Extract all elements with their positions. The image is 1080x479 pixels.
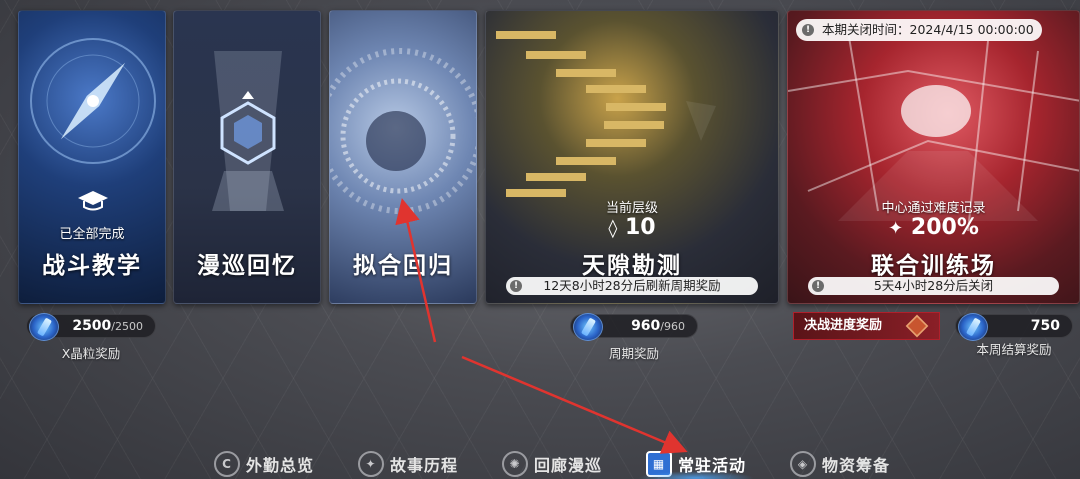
battle-progress-label: 决战进度奖励	[804, 318, 883, 333]
crystal-icon	[573, 313, 603, 341]
card-fitting-return[interactable]: 拟合回归	[329, 10, 477, 304]
cube-icon	[905, 314, 929, 338]
alert-icon: !	[812, 280, 824, 292]
nav-label: 物资筹备	[822, 456, 891, 475]
reward-label: X晶粒奖励	[61, 346, 121, 361]
nav-item-supplies[interactable]: ◈ 物资筹备	[790, 451, 890, 477]
cycle-reward[interactable]: 960/960	[570, 313, 698, 341]
bottom-nav: C 外勤总览 ✦ 故事历程 ✺ 回廊漫巡 ▦ 常驻活动 ◈ 物资筹备	[200, 441, 920, 479]
weekly-reward[interactable]: 750	[955, 313, 1073, 341]
nav-label: 外勤总览	[246, 456, 315, 475]
calendar-icon: ▦	[646, 451, 672, 477]
alert-icon: !	[802, 24, 814, 36]
level-display: ◊ 10	[486, 215, 778, 240]
close-time-banner: ! 本期关闭时间：2024/4/15 00:00:00	[796, 19, 1042, 41]
close-timer: ! 5天4小时28分后关闭	[808, 277, 1059, 295]
cube-icon: ◈	[790, 451, 816, 477]
star-compass-icon: ✦	[358, 451, 384, 477]
crystal-icon	[958, 313, 988, 341]
nav-item-story[interactable]: ✦ 故事历程	[358, 451, 458, 477]
nav-item-corridor[interactable]: ✺ 回廊漫巡	[502, 451, 602, 477]
alert-icon: !	[510, 280, 522, 292]
level-value: 10	[624, 215, 656, 240]
nav-item-permanent-events[interactable]: ▦ 常驻活动	[637, 451, 755, 479]
refresh-timer-text: 12天8小时28分后刷新周期奖励	[543, 278, 721, 293]
swirl-icon: ✺	[502, 451, 528, 477]
reward-max: /960	[660, 320, 685, 333]
record-display: ✦ 200%	[788, 215, 1079, 240]
reward-label: 周期奖励	[608, 346, 659, 361]
card-rift-survey[interactable]: 当前层级 ◊ 10 天隙勘测 ! 12天8小时28分后刷新周期奖励	[485, 10, 779, 304]
card-title: 漫巡回忆	[197, 253, 297, 279]
crystal-icon	[29, 313, 59, 341]
nav-label: 常驻活动	[678, 456, 747, 475]
card-title: 拟合回归	[353, 253, 453, 279]
card-title: 天隙勘测	[582, 253, 682, 279]
reward-value: 960	[631, 318, 661, 334]
card-title: 战斗教学	[42, 253, 142, 279]
card-joint-training[interactable]: ! 本期关闭时间：2024/4/15 00:00:00 中心通过难度记录 ✦ 2…	[787, 10, 1080, 304]
card-battle-teaching[interactable]: 已全部完成 战斗教学	[18, 10, 166, 304]
reward-value: 2500	[72, 318, 112, 334]
nav-item-field-overview[interactable]: C 外勤总览	[214, 451, 314, 477]
crystal-reward[interactable]: 2500/2500	[26, 313, 156, 341]
reward-label: 本周结算奖励	[976, 342, 1052, 357]
refresh-timer: ! 12天8小时28分后刷新周期奖励	[506, 277, 758, 295]
nav-label: 回廊漫巡	[534, 456, 603, 475]
reward-max: /2500	[111, 320, 143, 333]
nav-label: 故事历程	[390, 456, 459, 475]
card-roaming-memory[interactable]: 漫巡回忆	[173, 10, 321, 304]
card-title: 联合训练场	[871, 253, 996, 279]
card-status: 已全部完成	[59, 227, 125, 242]
graduation-cap-icon	[77, 189, 109, 213]
close-time-text: 本期关闭时间：2024/4/15 00:00:00	[822, 22, 1034, 37]
record-label: 中心通过难度记录	[881, 201, 986, 216]
c-badge-icon: C	[214, 451, 240, 477]
reward-value: 750	[1030, 318, 1060, 334]
battle-progress-reward-button[interactable]: 决战进度奖励	[793, 312, 940, 340]
close-timer-text: 5天4小时28分后关闭	[873, 278, 994, 293]
rift-chevron-icon: ◊	[608, 218, 618, 239]
level-label: 当前层级	[605, 201, 658, 216]
wolf-emblem-icon: ✦	[888, 218, 904, 239]
record-value: 200%	[910, 215, 979, 240]
